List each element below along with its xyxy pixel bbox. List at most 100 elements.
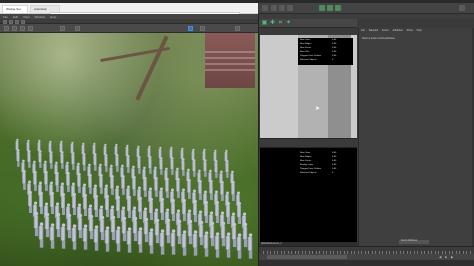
ipr-icon[interactable] <box>75 26 80 31</box>
move-tool-icon[interactable] <box>12 26 17 31</box>
status-node-name: SplineRefinement_1 <box>261 242 282 245</box>
ae-menu-help[interactable]: Help <box>417 29 422 32</box>
command-line[interactable] <box>259 260 474 266</box>
joint-icon[interactable]: ✦ <box>285 20 292 27</box>
tab-label: Wedge Set <box>6 7 21 11</box>
statue-crowd <box>4 128 253 260</box>
maya-status-line <box>259 3 474 14</box>
attribute-editor-hint: Select a node to show attributes. <box>362 38 396 40</box>
render-viewport[interactable] <box>0 33 258 266</box>
viewport-top[interactable]: Num Verts 0.00 Num Edges 0.00 Num Faces … <box>260 35 357 138</box>
hud-value: 0.00 <box>332 43 337 45</box>
statue-figure <box>126 227 133 253</box>
hud-label: Selected Objects <box>300 172 317 174</box>
zoom-attributes-button[interactable]: Zoom Attributes <box>399 240 429 244</box>
time-slider[interactable] <box>259 246 474 254</box>
browser-tab-1[interactable]: Wedge Set <box>2 5 28 13</box>
hud-value: 0.00 <box>332 168 337 170</box>
ae-menu-list[interactable]: List <box>361 29 365 32</box>
statue-figure <box>104 225 111 252</box>
camera-icon[interactable]: ▣ <box>261 20 268 27</box>
range-handle[interactable] <box>267 255 347 259</box>
hud-value: 0 <box>332 59 334 61</box>
render-icon[interactable] <box>60 26 65 31</box>
statue-figure <box>225 232 232 258</box>
mouse-cursor-icon: ➤ <box>315 106 321 112</box>
statue-figure <box>49 222 56 249</box>
statue-figure <box>148 228 155 254</box>
rotate-tool-icon[interactable] <box>20 26 25 31</box>
hud-value: 0.00 <box>332 51 337 53</box>
menu-window[interactable]: Window <box>34 15 45 19</box>
tool-icon[interactable] <box>3 19 7 24</box>
statue-figure <box>236 233 243 259</box>
stop-icon[interactable]: ■ <box>445 255 448 259</box>
hud-label: Num Edges <box>300 156 312 158</box>
scale-tool-icon[interactable] <box>28 26 33 31</box>
tool-icon[interactable] <box>9 19 13 24</box>
statue-figure <box>170 229 177 255</box>
background-wall <box>205 33 255 88</box>
hud-value: 0.00 <box>332 156 337 158</box>
grid-icon[interactable]: ⌗ <box>277 20 284 27</box>
tool-icon[interactable] <box>15 19 19 24</box>
menu-edit[interactable]: Edit <box>13 15 18 19</box>
hud-value: 0.00 <box>332 47 337 49</box>
statue-figure <box>60 223 67 249</box>
hud-row: Selected Objects <box>300 59 317 61</box>
mode-dropdown[interactable] <box>262 5 268 11</box>
hud-value: 0 <box>332 172 334 174</box>
viewport-bottom[interactable]: Num Verts 0.00 Num Edges 0.00 Num Faces … <box>260 148 357 242</box>
statue-figure <box>137 227 144 254</box>
hud-value: 0.00 <box>332 152 337 154</box>
attribute-editor-menu: List Selected Focus Attributes Show Help <box>361 28 473 33</box>
open-scene-icon[interactable] <box>279 5 285 11</box>
hud-row: Polygon Face Outline <box>300 55 321 57</box>
hud-row: Num Edges <box>300 43 312 45</box>
statue-figure <box>159 228 166 255</box>
new-scene-icon[interactable] <box>271 5 277 11</box>
select-tool-icon[interactable] <box>4 26 9 31</box>
hud-value: 0.00 <box>332 160 337 162</box>
statue-figure <box>71 224 78 250</box>
hud-row: Num UVs <box>300 51 310 53</box>
hud-label: Polygon Face Outline <box>300 168 321 170</box>
statue-figure <box>181 230 188 256</box>
ae-menu-selected[interactable]: Selected <box>369 29 378 32</box>
viewport-separator <box>259 138 357 148</box>
statue-figure <box>214 231 221 258</box>
save-scene-icon[interactable] <box>287 5 293 11</box>
statue-figure <box>192 230 199 257</box>
ae-menu-focus[interactable]: Focus <box>382 29 389 32</box>
hud-overlay-bottom: Num Verts 0.00 Num Edges 0.00 Num Faces … <box>298 151 353 178</box>
menu-view[interactable]: View <box>23 15 29 19</box>
statue-figure <box>203 231 210 257</box>
render-current-icon[interactable] <box>319 5 325 11</box>
button-label: Zoom Attributes <box>401 240 418 242</box>
ipr-render-icon[interactable] <box>327 5 333 11</box>
settings-icon[interactable] <box>235 26 240 31</box>
sign-in-icon[interactable] <box>459 5 465 11</box>
render-settings-icon[interactable] <box>335 5 341 11</box>
statue-figure <box>115 226 122 252</box>
statue-figure <box>247 233 254 260</box>
xform-icon[interactable]: ✚ <box>269 20 276 27</box>
statue-figure <box>82 224 89 251</box>
hud-row: Num Faces <box>300 47 312 49</box>
snap-icon[interactable] <box>200 26 205 31</box>
hud-value: 0.00 <box>332 39 337 41</box>
statue-figure <box>38 222 45 248</box>
hud-label: Num Faces <box>300 160 312 162</box>
menu-help[interactable]: Help <box>50 15 56 19</box>
ae-menu-show[interactable]: Show <box>407 29 413 32</box>
tree-branch <box>135 35 169 101</box>
menu-file[interactable]: File <box>3 15 8 19</box>
play-forward-icon[interactable]: ▶ <box>451 255 454 259</box>
selection-mode-icon[interactable] <box>188 26 193 31</box>
play-back-icon[interactable]: ◀ <box>439 255 442 259</box>
hud-value: 0.00 <box>332 164 337 166</box>
tool-icon[interactable] <box>21 19 25 24</box>
hud-label: Num Verts <box>300 152 311 154</box>
attribute-editor: List Selected Focus Attributes Show Help… <box>358 28 474 246</box>
ae-menu-attributes[interactable]: Attributes <box>393 29 403 32</box>
